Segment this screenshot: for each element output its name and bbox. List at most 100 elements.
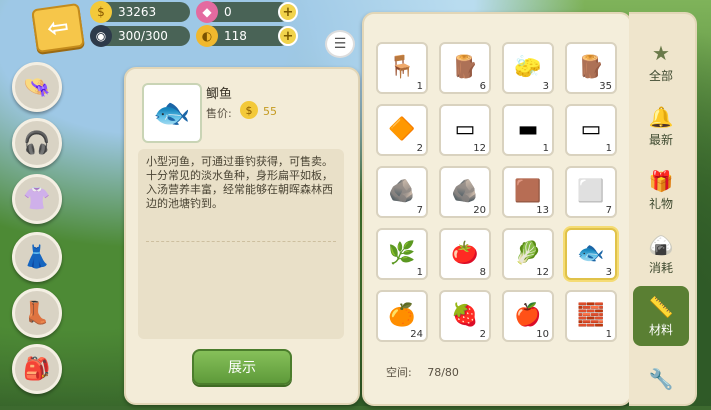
raspberry-icon: 🍓 bbox=[451, 303, 479, 328]
price-value: 55 bbox=[263, 105, 277, 118]
inventory-slot[interactable]: 🥬 12 bbox=[502, 228, 554, 280]
item-count: 1 bbox=[542, 143, 549, 154]
item-count: 6 bbox=[479, 81, 486, 92]
log-icon: 🪵 bbox=[577, 55, 605, 80]
price-label: 售价: bbox=[206, 107, 232, 120]
inventory-slot[interactable]: 🟫 13 bbox=[502, 166, 554, 218]
description-line: 十分常见的淡水鱼种，身形扁平如板，入汤营养丰富，经常能够在朝晖森林西边的池塘钓到… bbox=[146, 169, 333, 210]
item-count: 2 bbox=[479, 329, 486, 340]
brick-icon: 🧱 bbox=[577, 303, 605, 328]
headphone-slot-button[interactable]: 🎧 bbox=[12, 118, 62, 168]
iron-ingot-icon: ⬜ bbox=[577, 179, 605, 204]
item-count: 12 bbox=[536, 267, 549, 278]
inventory-grid: 🪑 1 🪵 6 🧽 3 🪵 35 🔶 2 ▭ 12 ▬ 1 ▭ 1 🪨 7 🪨 20 🟫 13 ⬜ 7 🌿 1 🍅 8 🥬 12 🐟 3 🍊 24… bbox=[376, 42, 620, 342]
tab-label: 最新 bbox=[648, 132, 673, 147]
tool-icon: 🔧 bbox=[648, 367, 674, 391]
boots-icon: 👢 bbox=[23, 300, 51, 326]
item-count: 13 bbox=[536, 205, 549, 216]
chair-icon: 🪑 bbox=[388, 55, 416, 80]
inventory-slot[interactable]: 🐟 3 bbox=[565, 228, 617, 280]
inventory-slot[interactable]: ⬜ 7 bbox=[565, 166, 617, 218]
gem-icon: ◆ bbox=[196, 1, 218, 23]
orange-icon: 🍊 bbox=[388, 303, 416, 328]
inventory-slot[interactable]: 🪵 35 bbox=[565, 42, 617, 94]
category-tabs: ★ 全部 🔔 最新 🎁 礼物 🍙 消耗 📏 材料 🔧 bbox=[629, 12, 697, 406]
hat-icon: 👒 bbox=[23, 74, 51, 100]
gem-value: 0 bbox=[224, 5, 232, 19]
stone-icon: 🪨 bbox=[451, 179, 479, 204]
stone-beam-icon: ▭ bbox=[580, 117, 602, 142]
add-tokens-button[interactable]: + bbox=[278, 26, 298, 46]
inventory-slot[interactable]: ▭ 1 bbox=[565, 104, 617, 156]
divider bbox=[146, 241, 336, 242]
inventory-slot[interactable]: 🪨 20 bbox=[439, 166, 491, 218]
fish-icon: 🐟 bbox=[153, 95, 191, 131]
tab-label: 消耗 bbox=[648, 260, 673, 275]
item-count: 24 bbox=[410, 329, 423, 340]
herb-icon: 🌿 bbox=[388, 241, 416, 266]
item-count: 1 bbox=[416, 81, 423, 92]
inventory-slot[interactable]: 🌿 1 bbox=[376, 228, 428, 280]
item-count: 35 bbox=[599, 81, 612, 92]
token-counter: ◐ 118 bbox=[196, 25, 290, 47]
radish-icon: 🥬 bbox=[514, 241, 542, 266]
menu-button[interactable]: ☰ bbox=[325, 30, 355, 58]
tab-star[interactable]: ★ 全部 bbox=[633, 32, 689, 92]
token-value: 118 bbox=[224, 29, 247, 43]
tab-label: 全部 bbox=[648, 68, 673, 83]
tab-label: 礼物 bbox=[648, 196, 673, 211]
inventory-slot[interactable]: 🧱 1 bbox=[565, 290, 617, 342]
inventory-slot[interactable]: 🍅 8 bbox=[439, 228, 491, 280]
bag-slot-button[interactable]: 🎒 bbox=[12, 344, 62, 394]
tab-tool[interactable]: 🔧 bbox=[633, 350, 689, 410]
show-button[interactable]: 展示 bbox=[192, 349, 292, 385]
item-count: 7 bbox=[416, 205, 423, 216]
inventory-slot[interactable]: 🧽 3 bbox=[502, 42, 554, 94]
add-gems-button[interactable]: + bbox=[278, 2, 298, 22]
tab-gift[interactable]: 🎁 礼物 bbox=[633, 160, 689, 220]
inventory-slot[interactable]: 🍊 24 bbox=[376, 290, 428, 342]
item-count: 1 bbox=[605, 329, 612, 340]
inventory-slot[interactable]: ▭ 12 bbox=[439, 104, 491, 156]
skirt-slot-button[interactable]: 👗 bbox=[12, 232, 62, 282]
item-name: 鲫鱼 bbox=[206, 87, 233, 102]
tab-riceball[interactable]: 🍙 消耗 bbox=[633, 224, 689, 284]
item-count: 7 bbox=[605, 205, 612, 216]
item-count: 12 bbox=[473, 143, 486, 154]
back-button[interactable]: ⇦ bbox=[31, 2, 85, 54]
inventory-slot[interactable]: 🪵 6 bbox=[439, 42, 491, 94]
riceball-icon: 🍙 bbox=[648, 232, 674, 257]
item-thumbnail: 🐟 bbox=[142, 83, 202, 143]
energy-icon: ◉ bbox=[90, 25, 112, 47]
description-line: 小型河鱼，可通过垂钓获得，可售卖。 bbox=[146, 155, 333, 168]
coin-counter: $ 33263 bbox=[90, 1, 190, 23]
crucian-carp-icon: 🐟 bbox=[577, 241, 605, 266]
tab-material[interactable]: 📏 材料 bbox=[633, 286, 689, 346]
skirt-icon: 👗 bbox=[23, 244, 51, 270]
coin-icon: $ bbox=[240, 101, 258, 119]
inventory-slot[interactable]: 🍓 2 bbox=[439, 290, 491, 342]
apple-icon: 🍎 bbox=[514, 303, 542, 328]
inventory-slot[interactable]: 🪑 1 bbox=[376, 42, 428, 94]
material-icon: 📏 bbox=[648, 294, 674, 319]
energy-value: 300/300 bbox=[118, 29, 168, 43]
top-slot-button[interactable]: 👚 bbox=[12, 174, 62, 224]
gold-ingot-icon: 🟫 bbox=[514, 179, 542, 204]
item-count: 3 bbox=[542, 81, 549, 92]
shoes-slot-button[interactable]: 👢 bbox=[12, 288, 62, 338]
item-count: 1 bbox=[605, 143, 612, 154]
inventory-panel: 🪑 1 🪵 6 🧽 3 🪵 35 🔶 2 ▭ 12 ▬ 1 ▭ 1 🪨 7 🪨 20 🟫 13 ⬜ 7 🌿 1 🍅 8 🥬 12 🐟 3 🍊 24… bbox=[362, 12, 632, 406]
tab-bell[interactable]: 🔔 最新 bbox=[633, 96, 689, 156]
inventory-slot[interactable]: 🍎 10 bbox=[502, 290, 554, 342]
hat-slot-button[interactable]: 👒 bbox=[12, 62, 62, 112]
space-label: 空间: bbox=[386, 366, 412, 379]
item-count: 10 bbox=[536, 329, 549, 340]
inventory-slot[interactable]: ▬ 1 bbox=[502, 104, 554, 156]
inventory-slot[interactable]: 🔶 2 bbox=[376, 104, 428, 156]
coin-icon: $ bbox=[90, 1, 112, 23]
headphones-icon: 🎧 bbox=[23, 130, 51, 156]
inventory-slot[interactable]: 🪨 7 bbox=[376, 166, 428, 218]
star-icon: ★ bbox=[652, 40, 670, 65]
amber-gem-icon: 🔶 bbox=[388, 117, 416, 142]
energy-counter: ◉ 300/300 bbox=[90, 25, 190, 47]
